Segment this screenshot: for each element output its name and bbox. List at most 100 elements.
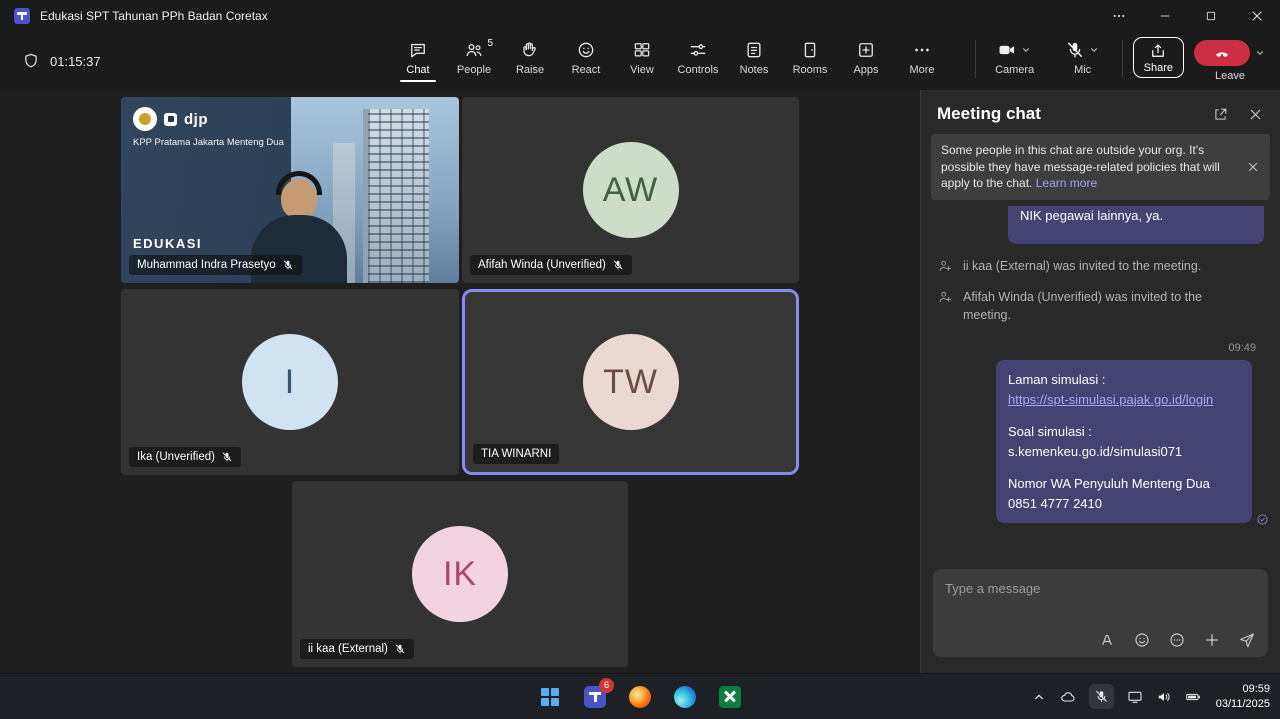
window-title: Edukasi SPT Tahunan PPh Badan Coretax [40,9,268,23]
notes-icon [744,40,764,60]
title-bar: Edukasi SPT Tahunan PPh Badan Coretax [0,0,1280,32]
toolbar-react-button[interactable]: React [558,37,614,76]
simulation-link[interactable]: https://spt-simulasi.pajak.go.id/login [1008,390,1213,410]
people-count-badge: 5 [487,38,493,49]
camera-chevron-down-icon[interactable] [1020,44,1032,56]
attach-plus-icon[interactable] [1203,631,1221,649]
video-stage: djp KPP Pratama Jakarta Menteng Dua EDUK… [0,90,920,673]
participant-name-label: ii kaa (External) [300,639,414,659]
avatar: I [242,334,338,430]
taskbar-teams-button[interactable]: 6 [575,677,615,717]
edge-icon [674,686,696,708]
message-compose-box[interactable] [933,569,1268,657]
toolbar-more-label: More [909,64,934,76]
video-tile-participant[interactable]: AW Afifah Winda (Unverified) [462,97,799,283]
message-input[interactable] [933,569,1268,596]
toolbar-chat-button[interactable]: Chat [390,37,446,76]
toolbar-notes-button[interactable]: Notes [726,37,782,76]
toolbar-view-button[interactable]: View [614,37,670,76]
toolbar-rooms-button[interactable]: Rooms [782,37,838,76]
leave-button[interactable] [1194,40,1250,66]
toolbar-separator [975,40,976,78]
send-message-icon[interactable] [1238,631,1256,649]
chat-message-row: Laman simulasi : https://spt-simulasi.pa… [937,360,1264,523]
chat-message-list[interactable]: NIK pegawai lainnya, ya. ii kaa (Externa… [921,200,1280,559]
participant-name-label: Ika (Unverified) [129,447,241,467]
emoji-icon[interactable] [1133,631,1151,649]
own-chat-message: Laman simulasi : https://spt-simulasi.pa… [996,360,1252,523]
maximize-button[interactable] [1188,0,1234,32]
toolbar-separator [1122,40,1123,78]
close-button[interactable] [1234,0,1280,32]
video-tile-participant[interactable]: IK ii kaa (External) [292,481,628,667]
popout-chat-icon[interactable] [1212,106,1229,123]
taskbar-excel-button[interactable] [710,677,750,717]
learn-more-link[interactable]: Learn more [1036,176,1097,190]
person-add-icon [937,289,953,305]
shield-icon [22,52,40,70]
toolbar-controls-label: Controls [678,64,719,76]
mic-chevron-down-icon[interactable] [1088,44,1100,56]
leave-chevron-down-icon[interactable] [1254,47,1266,59]
mic-button[interactable]: Mic [1054,37,1112,76]
windows-logo-icon [541,688,559,706]
format-text-icon[interactable] [1098,631,1116,649]
firefox-icon [629,686,651,708]
toolbar-people-button[interactable]: 5 People [446,37,502,76]
toolbar-more-button[interactable]: More [894,37,950,76]
display-icon[interactable] [1127,689,1143,705]
clock-date: 03/11/2025 [1216,697,1270,712]
taskbar-clock[interactable]: 09:59 03/11/2025 [1216,682,1270,712]
office-name-text: KPP Pratama Jakarta Menteng Dua [133,137,284,148]
toolbar-apps-button[interactable]: Apps [838,37,894,76]
close-chat-icon[interactable] [1247,106,1264,123]
toolbar-apps-label: Apps [853,64,878,76]
mic-muted-icon [394,643,406,655]
video-tile-presenter[interactable]: djp KPP Pratama Jakarta Menteng Dua EDUK… [121,97,459,283]
video-tile-participant[interactable]: I Ika (Unverified) [121,289,459,475]
toolbar-controls-button[interactable]: Controls [670,37,726,76]
toolbar-view-label: View [630,64,654,76]
toolbar-chat-label: Chat [406,64,429,76]
taskbar-firefox-button[interactable] [620,677,660,717]
system-message: Afifah Winda (Unverified) was invited to… [937,288,1264,324]
message-line: Laman simulasi : [1008,370,1240,390]
participant-name: ii kaa (External) [308,643,388,655]
taskbar-edge-button[interactable] [665,677,705,717]
message-line: Nomor WA Penyuluh Menteng Dua [1008,474,1240,494]
ministry-emblem-logo [133,107,157,131]
speaker-icon[interactable] [1156,689,1172,705]
battery-icon[interactable] [1185,689,1201,705]
mic-muted-icon [612,259,624,271]
djp-logo-text: djp [184,111,208,128]
onedrive-cloud-icon[interactable] [1060,689,1076,705]
teams-notification-badge: 6 [599,678,614,693]
chat-panel-title: Meeting chat [937,104,1212,124]
message-line: s.kemenkeu.go.id/simulasi071 [1008,442,1240,462]
edukasi-caption: EDUKASI [133,236,202,251]
toolbar-raise-button[interactable]: Raise [502,37,558,76]
tray-chevron-up-icon[interactable] [1031,689,1047,705]
teams-meeting-window: Edukasi SPT Tahunan PPh Badan Coretax 01… [0,0,1280,719]
dismiss-notice-icon[interactable] [1246,160,1260,174]
participant-name: Muhammad Indra Prasetyo [137,259,276,271]
message-read-check-icon [1256,513,1269,526]
message-suggestions-icon[interactable] [1168,631,1186,649]
mic-muted-icon [1065,40,1085,60]
camera-button[interactable]: Camera [986,37,1044,76]
share-button[interactable]: Share [1133,37,1184,78]
tray-mic-muted-button[interactable] [1089,684,1114,709]
start-button[interactable] [530,677,570,717]
toolbar-right: Camera Mic Share [975,37,1266,82]
mic-muted-icon [221,451,233,463]
toolbar-react-label: React [572,64,601,76]
minimize-button[interactable] [1142,0,1188,32]
mic-muted-icon [282,259,294,271]
meeting-toolbar: 01:15:37 Chat 5 People Raise React [0,32,1280,90]
toolbar-notes-label: Notes [740,64,769,76]
more-dots-icon [912,40,932,60]
video-tile-active-speaker[interactable]: TW TIA WINARNI [462,289,799,475]
titlebar-more-button[interactable] [1096,0,1142,32]
meeting-chat-panel: Meeting chat Some people in this chat ar… [920,90,1280,673]
apps-icon [856,40,876,60]
